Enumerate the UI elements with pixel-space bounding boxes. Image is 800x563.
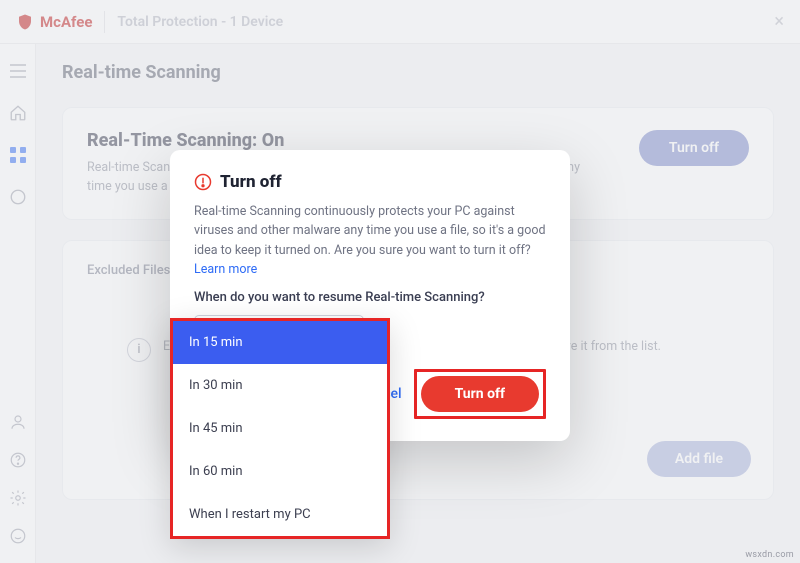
dropdown-option[interactable]: In 45 min — [173, 407, 387, 450]
confirm-turn-off-button[interactable]: Turn off — [421, 376, 539, 412]
dropdown-option[interactable]: When I restart my PC — [173, 493, 387, 536]
learn-more-link[interactable]: Learn more — [194, 262, 257, 277]
turn-off-highlight: Turn off — [414, 369, 546, 419]
watermark: wsxdn.com — [745, 550, 794, 560]
modal-title: Turn off — [220, 172, 282, 192]
modal-question: When do you want to resume Real-time Sca… — [194, 290, 546, 305]
modal-description: Real-time Scanning continuously protects… — [194, 202, 546, 280]
warning-icon — [194, 173, 212, 191]
resume-dropdown: In 15 min In 30 min In 45 min In 60 min … — [170, 318, 390, 539]
dropdown-option[interactable]: In 60 min — [173, 450, 387, 493]
dropdown-option[interactable]: In 30 min — [173, 364, 387, 407]
dropdown-option[interactable]: In 15 min — [173, 321, 387, 364]
